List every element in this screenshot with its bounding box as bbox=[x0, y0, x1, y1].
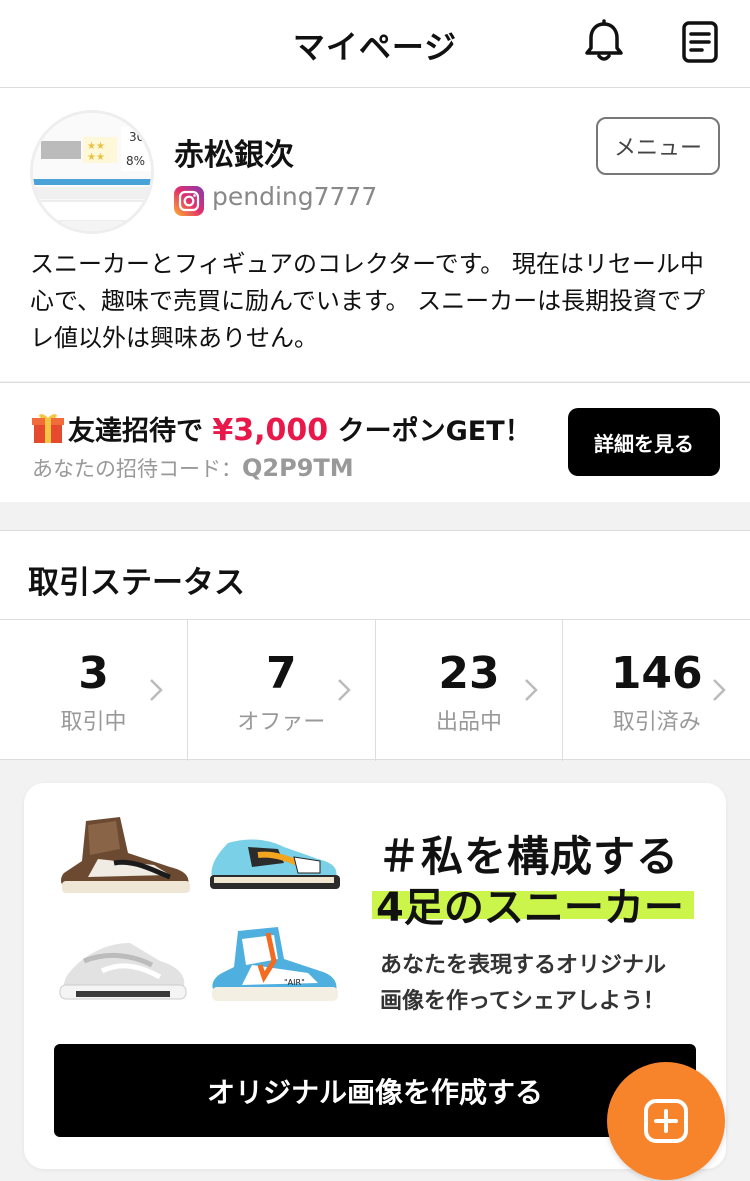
chevron-right-icon bbox=[525, 679, 539, 701]
invite-code-line: あなたの招待コード：Q2P9TM bbox=[32, 453, 354, 483]
invite-text-after: クーポンGET！ bbox=[337, 416, 532, 447]
sneaker-image-grey-runner bbox=[59, 943, 187, 1000]
status-label: オファー bbox=[237, 710, 326, 735]
invite-text-before: 友達招待で bbox=[68, 416, 203, 447]
status-label: 取引済み bbox=[612, 710, 701, 735]
menu-button[interactable]: メニュー bbox=[596, 117, 720, 175]
document-list-icon[interactable] bbox=[676, 18, 724, 66]
instagram-handle[interactable]: pending7777 bbox=[212, 182, 377, 211]
status-title: 取引ステータス bbox=[28, 565, 245, 601]
svg-text:★★: ★★ bbox=[87, 152, 105, 163]
status-item-in-progress[interactable]: 3 取引中 bbox=[0, 620, 188, 761]
invite-amount: ¥3,000 bbox=[212, 413, 329, 448]
floating-add-button[interactable] bbox=[607, 1062, 725, 1180]
invite-banner: 友達招待で ¥3,000 クーポンGET！ あなたの招待コード：Q2P9TM 詳… bbox=[0, 382, 750, 502]
status-item-listed[interactable]: 23 出品中 bbox=[376, 620, 564, 761]
instagram-icon[interactable] bbox=[174, 186, 204, 216]
create-original-image-button[interactable]: オリジナル画像を作成する bbox=[54, 1044, 696, 1137]
gift-icon bbox=[32, 414, 64, 443]
svg-text:30: 30 bbox=[129, 130, 144, 144]
chevron-right-icon bbox=[337, 679, 351, 701]
top-header: マイページ bbox=[0, 0, 750, 88]
user-name: 赤松銀次 bbox=[174, 138, 294, 173]
plus-square-icon bbox=[644, 1099, 688, 1143]
promo-headline-2: 4足のスニーカー bbox=[376, 885, 684, 931]
status-label: 取引中 bbox=[60, 710, 127, 735]
chevron-right-icon bbox=[149, 679, 163, 701]
transaction-status-section: 取引ステータス 3 取引中 7 オファー 23 出品中 146 取引済み bbox=[0, 530, 750, 761]
promo-subtext-2: 画像を作ってシェアしよう！ bbox=[380, 989, 665, 1014]
avatar[interactable]: ★★ ★★ 30 8% bbox=[30, 110, 154, 234]
svg-text:8%: 8% bbox=[126, 154, 145, 168]
promo-subtext-1: あなたを表現するオリジナル bbox=[380, 953, 667, 978]
invite-code[interactable]: Q2P9TM bbox=[242, 454, 354, 482]
svg-text:"AIR": "AIR" bbox=[284, 978, 305, 987]
sneaker-image-blue-high: "AIR" bbox=[212, 927, 338, 1001]
status-row: 3 取引中 7 オファー 23 出品中 146 取引済み bbox=[0, 619, 750, 761]
status-item-offers[interactable]: 7 オファー bbox=[188, 620, 376, 761]
page-title: マイページ bbox=[292, 28, 458, 66]
invite-detail-button[interactable]: 詳細を見る bbox=[568, 408, 720, 476]
status-item-completed[interactable]: 146 取引済み bbox=[563, 620, 750, 761]
profile-section: ★★ ★★ 30 8% 赤松銀次 pending7777 メニュー スニーカーと… bbox=[0, 88, 750, 381]
status-label: 出品中 bbox=[435, 710, 502, 735]
chevron-right-icon bbox=[713, 679, 726, 701]
invite-code-label: あなたの招待コード： bbox=[32, 457, 242, 481]
svg-text:★★: ★★ bbox=[87, 141, 105, 152]
profile-bio: スニーカーとフィギュアのコレクターです。 現在はリセール中心で、趣味で売買に励ん… bbox=[30, 250, 706, 352]
bell-icon[interactable] bbox=[580, 18, 628, 66]
sneaker-image-colorful-low bbox=[210, 839, 340, 889]
invite-headline: 友達招待で ¥3,000 クーポンGET！ bbox=[68, 409, 532, 448]
sneaker-image-brown-high bbox=[61, 817, 190, 893]
